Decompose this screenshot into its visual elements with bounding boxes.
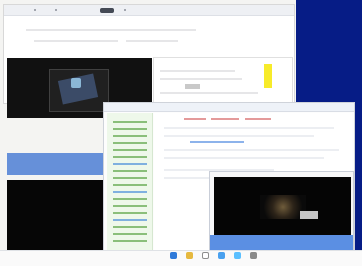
toolbar-line: [26, 29, 196, 31]
tab-indicator[interactable]: [100, 8, 114, 13]
content-line: [160, 78, 242, 80]
link-line[interactable]: [184, 118, 206, 120]
link-line[interactable]: [211, 118, 239, 120]
settings-icon[interactable]: [250, 252, 257, 259]
sidebar-item-15[interactable]: [113, 219, 147, 221]
toolbar-line: [34, 40, 118, 42]
mail-icon[interactable]: [202, 252, 209, 259]
sidebar-item-12[interactable]: [113, 198, 147, 200]
content-line: [164, 127, 334, 129]
sidebar-item-11[interactable]: [113, 191, 147, 193]
left-dark-panel: [7, 180, 105, 250]
browser-icon[interactable]: [170, 252, 177, 259]
content-line: [160, 70, 235, 72]
highlighted-text-line: [190, 141, 244, 143]
content-line: [164, 157, 324, 159]
sidebar-item-13[interactable]: [113, 205, 147, 207]
left-blue-panel[interactable]: [7, 153, 105, 175]
window-control-icon[interactable]: [34, 9, 36, 11]
sidebar-item-5[interactable]: [113, 149, 147, 151]
progress-block: [185, 84, 200, 89]
window-titlebar: [4, 5, 294, 16]
chat-icon[interactable]: [218, 252, 225, 259]
content-line: [160, 92, 258, 94]
highlight-marker: [264, 64, 272, 88]
toolbar-line: [126, 40, 178, 42]
video-window[interactable]: [209, 171, 354, 253]
sidebar-item-4[interactable]: [113, 142, 147, 144]
sidebar-item-2[interactable]: [113, 128, 147, 130]
window-control-icon[interactable]: [55, 9, 57, 11]
video-title-block: [300, 211, 318, 219]
main-window-titlebar: [104, 103, 354, 112]
sidebar-item-7[interactable]: [113, 163, 147, 165]
folder-icon[interactable]: [186, 252, 193, 259]
sidebar-item-9[interactable]: [113, 177, 147, 179]
sidebar-item-1[interactable]: [113, 121, 147, 123]
sidebar-item-14[interactable]: [113, 212, 147, 214]
taskbar: [0, 250, 362, 266]
content-line: [164, 149, 339, 151]
sidebar-item-6[interactable]: [113, 156, 147, 158]
content-panel[interactable]: [153, 57, 293, 105]
sidebar-item-10[interactable]: [113, 184, 147, 186]
window-control-icon[interactable]: [124, 9, 126, 11]
link-line[interactable]: [245, 118, 271, 120]
sidebar-item-16[interactable]: [113, 226, 147, 228]
media-icon[interactable]: [234, 252, 241, 259]
content-line: [164, 135, 314, 137]
sidebar-item-17[interactable]: [113, 233, 147, 235]
video-player[interactable]: [214, 177, 351, 235]
sidebar-item-3[interactable]: [113, 135, 147, 137]
sidebar-item-8[interactable]: [113, 170, 147, 172]
main-sidebar[interactable]: [107, 113, 153, 258]
media-thumbnail-highlight: [71, 78, 81, 88]
sidebar-item-18[interactable]: [113, 240, 147, 242]
